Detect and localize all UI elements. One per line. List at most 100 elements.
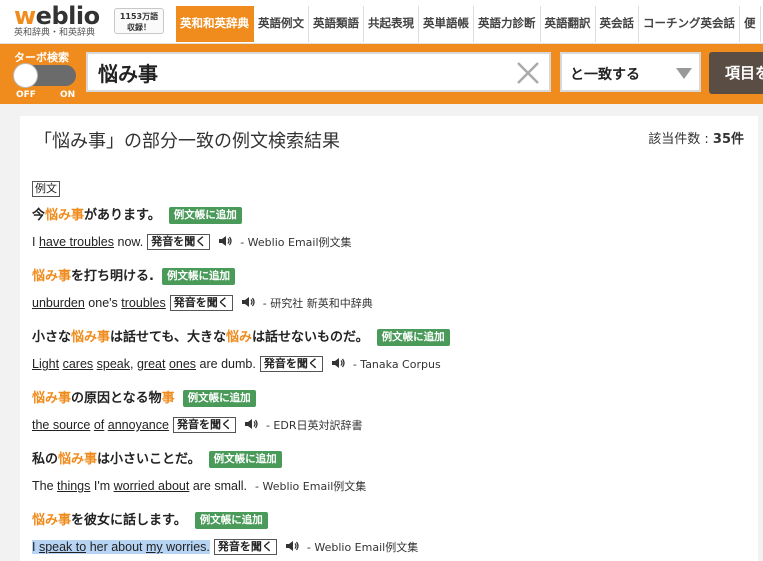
speaker-icon[interactable]: [331, 355, 345, 368]
search-input[interactable]: [98, 58, 498, 86]
word-link[interactable]: speak: [97, 357, 130, 371]
example-entry: 悩み事を打ち明ける. 例文帳に追加 unburden one's troubles 発…: [32, 267, 373, 313]
sentence-text: 小さな: [32, 330, 72, 345]
tab-7[interactable]: 英会話: [595, 6, 639, 42]
highlighted-term: 悩み事: [32, 391, 72, 406]
translation-text: The: [32, 479, 58, 493]
clear-icon[interactable]: [515, 60, 541, 86]
word-link[interactable]: unburden: [32, 296, 85, 310]
translation-text: I: [32, 540, 39, 554]
word-link[interactable]: my: [145, 540, 163, 554]
item-search-button[interactable]: 項目を: [709, 52, 763, 94]
match-mode-value: と一致する: [570, 67, 640, 83]
nav-tabs: 英和和英辞典 英語例文 英語類語 共起表現 英単語帳 英語力診断 英語翻訳 英会話 コーチング英…: [176, 6, 761, 42]
listen-pronunciation-button[interactable]: 発音を聞く: [169, 295, 233, 311]
source-label: - Weblio Email例文集: [240, 236, 352, 249]
tab-6[interactable]: 英語翻訳: [540, 6, 596, 42]
search-band: ターボ検索 OFF ON と一致する 項目を: [0, 44, 763, 104]
word-link[interactable]: troubles: [121, 296, 165, 310]
english-translation: I have troubles now. 発音を聞く - Weblio Email例…: [32, 232, 352, 252]
japanese-sentence: 小さな悩み事は話せても、大きな悩みは話せないものだ。 例文帳に追加: [32, 328, 450, 348]
japanese-sentence: 悩み事を彼女に話します。 例文帳に追加: [32, 511, 418, 531]
example-entry: 今悩み事があります。 例文帳に追加 I have troubles now. 発音を聞…: [32, 206, 352, 252]
highlighted-term: 悩み: [226, 330, 253, 345]
speaker-icon[interactable]: [285, 538, 299, 551]
tab-8[interactable]: コーチング英会話: [639, 6, 740, 42]
tab-4[interactable]: 英単語帳: [419, 6, 474, 42]
translation-text: I'm: [90, 479, 114, 493]
word-link[interactable]: have troubles: [39, 235, 114, 249]
sentence-text: 今: [32, 208, 46, 223]
highlighted-term: 悩み事: [32, 513, 72, 528]
speaker-icon[interactable]: [218, 233, 232, 246]
japanese-sentence: 悩み事を打ち明ける. 例文帳に追加: [32, 267, 373, 287]
sentence-text: を打ち明ける.: [71, 269, 154, 284]
listen-pronunciation-button[interactable]: 発音を聞く: [172, 417, 236, 433]
english-translation: The things I'm worried about are small. -…: [32, 476, 366, 496]
word-link[interactable]: cares: [63, 357, 94, 371]
search-box: [86, 52, 551, 92]
word-count-badge: 1153万語 収録！: [114, 8, 164, 34]
translation-text: are small.: [189, 479, 247, 493]
word-link[interactable]: annoyance: [108, 418, 169, 432]
source-label: - Weblio Email例文集: [306, 541, 419, 554]
word-link[interactable]: Light: [32, 357, 59, 371]
translation-text: one's: [84, 296, 122, 310]
word-link[interactable]: speak to: [38, 540, 87, 554]
source-label: - Weblio Email例文集: [255, 480, 367, 493]
add-to-wordbook-button[interactable]: 例文帳に追加: [376, 329, 450, 346]
badge-line-1: 1153万語: [119, 12, 159, 21]
add-to-wordbook-button[interactable]: 例文帳に追加: [194, 512, 268, 529]
tab-0[interactable]: 英和和英辞典: [176, 6, 254, 42]
sentence-text: は話せないものだ。: [252, 330, 369, 345]
highlighted-term: 悩み事: [32, 269, 72, 284]
page-title: 「悩み事」の部分一致の例文検索結果: [34, 131, 340, 152]
sentence-text: の原因となる物: [71, 391, 162, 406]
logo-wordmark: weblio: [14, 4, 112, 28]
word-link[interactable]: great: [137, 357, 166, 371]
word-link[interactable]: things: [57, 479, 90, 493]
weblio-logo[interactable]: weblio 英和辞典・和英辞典: [14, 4, 112, 39]
listen-pronunciation-button[interactable]: 発音を聞く: [213, 539, 277, 555]
highlighted-term: 悩み事: [45, 208, 85, 223]
logo-text: eblio: [35, 2, 100, 30]
add-to-wordbook-button[interactable]: 例文帳に追加: [182, 390, 256, 407]
english-translation: unburden one's troubles 発音を聞く - 研究社 新英和中辞典: [32, 293, 373, 313]
sentence-text: を彼女に話します。: [71, 513, 187, 528]
translation-text: I: [32, 235, 39, 249]
match-mode-select[interactable]: と一致する: [560, 52, 701, 92]
source-label: - Tanaka Corpus: [352, 358, 441, 371]
tab-5[interactable]: 英語力診断: [474, 6, 541, 42]
source-label: - 研究社 新英和中辞典: [262, 297, 373, 310]
translation-text: her about: [86, 540, 146, 554]
word-link[interactable]: worried about: [114, 479, 190, 493]
tab-1[interactable]: 英語例文: [254, 6, 309, 42]
translation-text: worries.: [162, 540, 210, 554]
word-link[interactable]: ones: [169, 357, 196, 371]
listen-pronunciation-button[interactable]: 発音を聞く: [259, 356, 323, 372]
tab-2[interactable]: 英語類語: [309, 6, 364, 42]
add-to-wordbook-button[interactable]: 例文帳に追加: [161, 268, 235, 285]
source-label: - EDR日英対訳辞書: [265, 419, 363, 432]
sentence-text: は小さいことだ。: [97, 452, 201, 467]
tab-9[interactable]: 便: [740, 6, 761, 42]
chevron-down-icon: [676, 68, 692, 79]
add-to-wordbook-button[interactable]: 例文帳に追加: [168, 207, 242, 224]
word-link[interactable]: the source: [32, 418, 90, 432]
translation-text: now.: [114, 235, 144, 249]
english-translation: Light cares speak, great ones are dumb. 発…: [32, 354, 450, 374]
speaker-icon[interactable]: [241, 294, 255, 307]
turbo-search-toggle[interactable]: [13, 63, 76, 88]
speaker-icon[interactable]: [244, 416, 258, 429]
toggle-knob[interactable]: [13, 63, 38, 88]
tab-3[interactable]: 共起表現: [364, 6, 419, 42]
section-label-examples: 例文: [32, 181, 60, 197]
highlighted-term: 悩み事: [58, 452, 98, 467]
translation-text: are dumb.: [196, 357, 256, 371]
japanese-sentence: 私の悩み事は小さいことだ。 例文帳に追加: [32, 450, 366, 470]
add-to-wordbook-button[interactable]: 例文帳に追加: [208, 451, 282, 468]
result-count: 該当件数 : 35件: [648, 128, 744, 147]
listen-pronunciation-button[interactable]: 発音を聞く: [147, 234, 211, 250]
word-link[interactable]: of: [94, 418, 104, 432]
example-entry: 悩み事を彼女に話します。 例文帳に追加 I speak to her about m…: [32, 511, 418, 557]
